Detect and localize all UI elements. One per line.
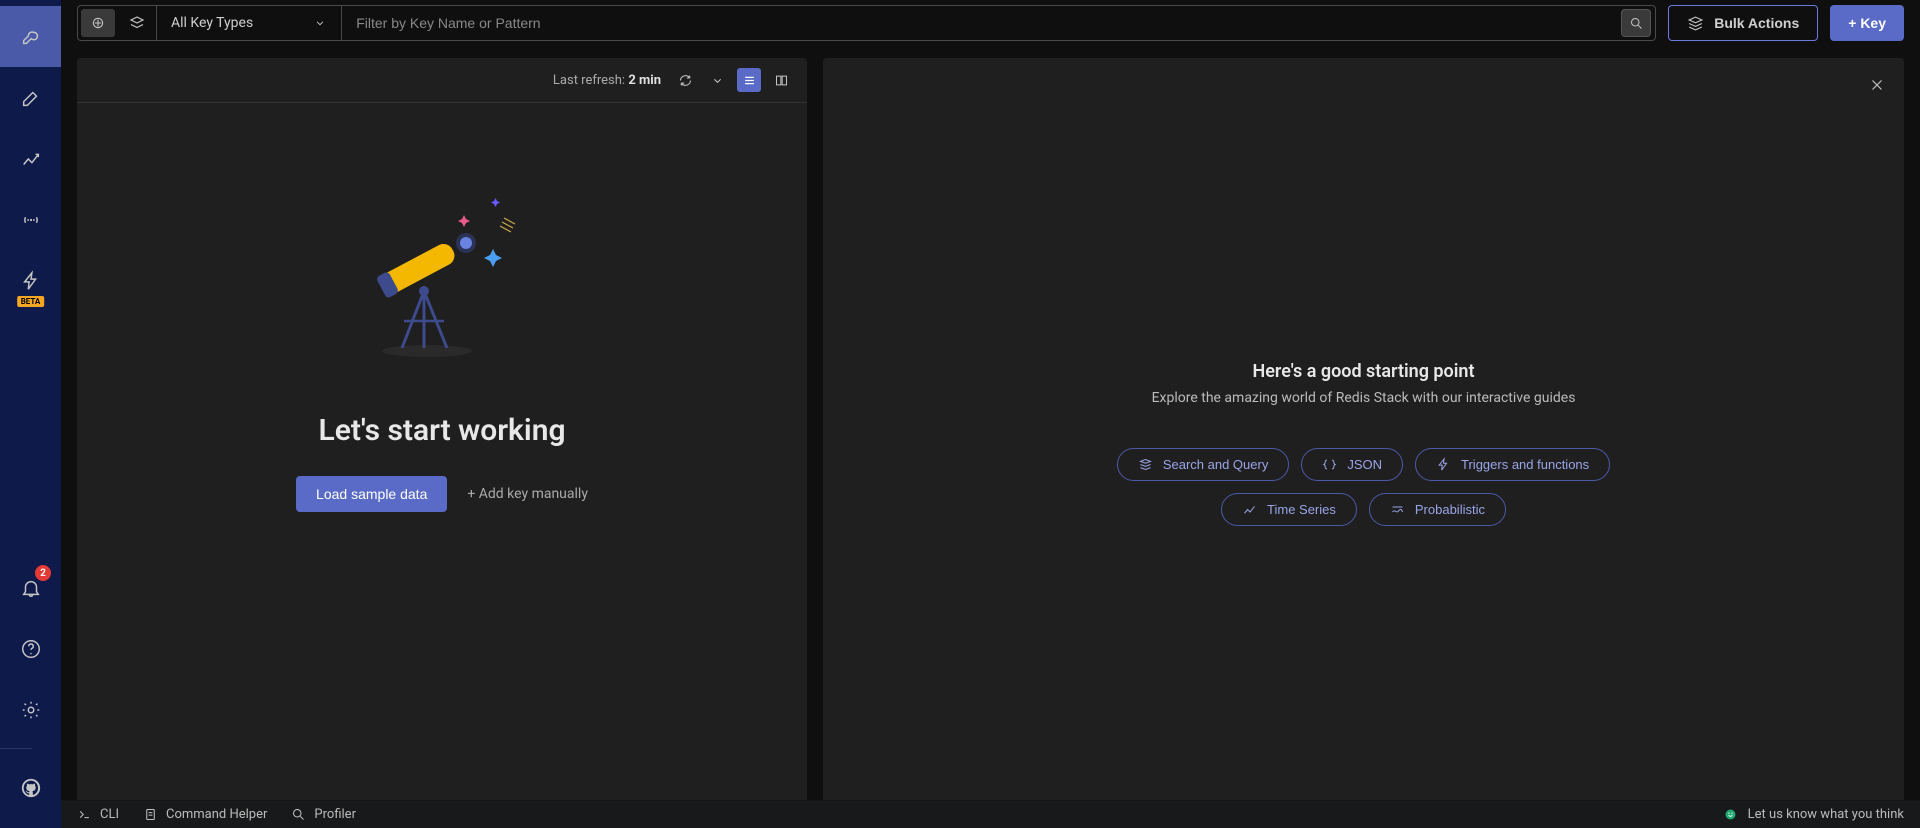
sidebar-item-notifications[interactable]: 2 (0, 557, 61, 618)
telescope-illustration (342, 183, 542, 383)
view-columns-button[interactable] (769, 68, 793, 92)
edit-icon (20, 87, 42, 109)
refresh-label: Last refresh: 2 min (553, 73, 661, 88)
lightning-icon (1436, 457, 1451, 472)
refresh-menu-button[interactable] (705, 68, 729, 92)
beta-badge: BETA (17, 296, 45, 307)
sidebar-item-triggers[interactable]: BETA (0, 250, 61, 311)
footer: CLI Command Helper Profiler Let us know … (61, 800, 1920, 828)
guide-search-query[interactable]: Search and Query (1117, 448, 1290, 481)
key-icon (20, 26, 42, 48)
load-sample-button[interactable]: Load sample data (296, 476, 447, 512)
guide-json[interactable]: JSON (1301, 448, 1403, 481)
guides-list: Search and Query JSON Triggers and funct… (1104, 448, 1624, 526)
add-key-label: + Key (1848, 15, 1886, 31)
guide-triggers[interactable]: Triggers and functions (1415, 448, 1610, 481)
columns-icon (774, 73, 789, 88)
notification-badge: 2 (35, 565, 51, 581)
keys-panel: Last refresh: 2 min (77, 58, 807, 828)
sidebar-item-keys[interactable] (0, 6, 61, 67)
toolbar: All Key Types Bulk Actions + Key (61, 0, 1920, 46)
scan-icon (90, 15, 106, 31)
stack-icon (1687, 15, 1704, 32)
sidebar-divider (0, 748, 32, 749)
timeseries-icon (1242, 502, 1257, 517)
chart-icon (20, 148, 42, 170)
close-button[interactable] (1868, 76, 1886, 98)
search-stack-icon (1138, 457, 1153, 472)
main: All Key Types Bulk Actions + Key (61, 0, 1920, 828)
filter-scan-button[interactable] (81, 9, 115, 37)
lightning-icon (20, 270, 42, 292)
profiler-icon (291, 807, 306, 822)
guides-subtitle: Explore the amazing world of Redis Stack… (1152, 390, 1576, 406)
guide-timeseries[interactable]: Time Series (1221, 493, 1357, 526)
github-icon (20, 777, 42, 799)
layers-icon (128, 14, 146, 32)
view-list-button[interactable] (737, 68, 761, 92)
guides-title: Here's a good starting point (1252, 361, 1474, 382)
help-icon (20, 638, 42, 660)
keys-panel-header: Last refresh: 2 min (77, 58, 807, 103)
refresh-button[interactable] (673, 68, 697, 92)
broadcast-icon (20, 209, 42, 231)
sidebar-item-workbench[interactable] (0, 67, 61, 128)
document-icon (143, 807, 158, 822)
footer-feedback[interactable]: Let us know what you think (1723, 807, 1904, 822)
bulk-actions-label: Bulk Actions (1714, 15, 1799, 31)
add-key-manually-link[interactable]: + Add key manually (467, 486, 588, 502)
add-key-button[interactable]: + Key (1830, 5, 1904, 41)
sidebar-item-github[interactable] (0, 757, 61, 818)
gear-icon (20, 699, 42, 721)
filter-input[interactable] (342, 6, 1621, 40)
sidebar-item-analytics[interactable] (0, 128, 61, 189)
filter-row: All Key Types (77, 5, 1656, 41)
refresh-icon (678, 73, 693, 88)
search-button[interactable] (1621, 9, 1651, 37)
bulk-actions-button[interactable]: Bulk Actions (1668, 5, 1818, 41)
probabilistic-icon (1390, 502, 1405, 517)
key-type-select[interactable]: All Key Types (156, 6, 342, 40)
footer-command-helper[interactable]: Command Helper (143, 807, 267, 822)
sidebar-item-settings[interactable] (0, 679, 61, 740)
empty-state: Let's start working Load sample data + A… (77, 103, 807, 828)
footer-cli[interactable]: CLI (77, 807, 119, 822)
content: Last refresh: 2 min (61, 46, 1920, 828)
list-icon (742, 73, 757, 88)
guides-panel: Here's a good starting point Explore the… (823, 58, 1904, 828)
filter-exact-button[interactable] (118, 6, 156, 40)
empty-title: Let's start working (318, 413, 565, 448)
search-icon (1629, 16, 1644, 31)
close-icon (1868, 76, 1886, 94)
terminal-icon (77, 807, 92, 822)
sidebar: BETA 2 (0, 0, 61, 828)
chevron-down-icon (313, 16, 327, 30)
key-type-label: All Key Types (171, 15, 253, 31)
feedback-icon (1723, 807, 1738, 822)
sidebar-item-help[interactable] (0, 618, 61, 679)
json-icon (1322, 457, 1337, 472)
footer-profiler[interactable]: Profiler (291, 807, 356, 822)
guide-probabilistic[interactable]: Probabilistic (1369, 493, 1506, 526)
sidebar-item-pubsub[interactable] (0, 189, 61, 250)
chevron-down-icon (710, 73, 725, 88)
